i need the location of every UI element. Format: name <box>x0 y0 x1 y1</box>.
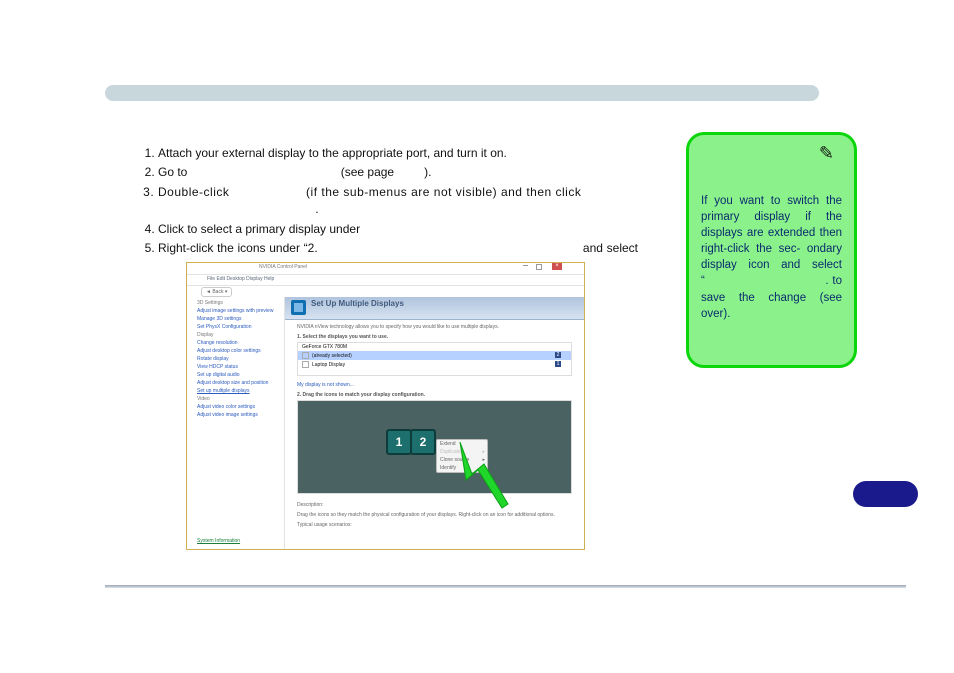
tree-item-selected[interactable]: Set up multiple displays <box>197 387 284 395</box>
tip-text: If you want to switch the primary displa… <box>701 193 842 322</box>
task-tree[interactable]: 3D Settings Adjust image settings with p… <box>187 297 285 549</box>
not-shown-link[interactable]: My display is not shown... <box>285 382 584 392</box>
tree-item[interactable]: Rotate display <box>197 355 284 363</box>
checkbox-icon[interactable] <box>302 352 309 359</box>
footer-rule <box>105 585 906 588</box>
description-text: Drag the icons so they match the physica… <box>285 510 584 520</box>
tree-group-video[interactable]: Video <box>197 395 284 403</box>
step-1: Attach your external display to the appr… <box>158 145 638 162</box>
pane-header: Set Up Multiple Displays <box>285 297 584 320</box>
pane-subtitle: NVIDIA nView technology allows you to sp… <box>285 320 584 334</box>
tree-group-display[interactable]: Display <box>197 331 284 339</box>
maximize-icon[interactable] <box>536 264 542 270</box>
checkbox-icon[interactable] <box>302 361 309 368</box>
header-bar <box>105 85 819 101</box>
menu-identify[interactable]: Identify <box>437 464 487 472</box>
monitor-1-icon[interactable]: 1 <box>386 429 412 455</box>
screenshot-nvidia-panel: NVIDIA Control Panel × File Edit Desktop… <box>186 262 585 550</box>
list-row-selected[interactable]: (already selected)2 <box>298 351 571 360</box>
context-menu[interactable]: Extend Duplicate Clone source Identify <box>436 439 488 473</box>
menu-clone-source[interactable]: Clone source <box>437 456 487 464</box>
minimize-icon[interactable] <box>523 265 528 266</box>
section-2-label: 2. Drag the icons to match your display … <box>285 392 584 400</box>
displays-icon <box>291 300 306 315</box>
tree-group-3d[interactable]: 3D Settings <box>197 299 284 307</box>
section-1-label: 1. Select the displays you want to use. <box>285 334 584 342</box>
menu-duplicate: Duplicate <box>437 448 487 456</box>
back-button[interactable]: ◄ Back ▾ <box>201 287 232 297</box>
display-listbox[interactable]: GeForce GTX 780M (already selected)2 Lap… <box>297 342 572 376</box>
list-row-gpu: GeForce GTX 780M <box>298 343 571 351</box>
step-3: Double-click (if the sub-menus are not v… <box>158 184 638 219</box>
tree-item[interactable]: View HDCP status <box>197 363 284 371</box>
tree-item[interactable]: Adjust image settings with preview <box>197 307 284 315</box>
system-info-link[interactable]: System Information <box>197 537 240 545</box>
list-row-laptop[interactable]: Laptop Display1 <box>298 360 571 369</box>
badge-2: 2 <box>555 352 561 358</box>
page-tab <box>853 481 918 507</box>
window-title: NVIDIA Control Panel <box>259 264 307 270</box>
menu-extend[interactable]: Extend <box>437 440 487 448</box>
tree-item[interactable]: Set up digital audio <box>197 371 284 379</box>
content-pane: Set Up Multiple Displays NVIDIA nView te… <box>285 297 584 549</box>
pen-icon: ✎ <box>819 143 834 164</box>
scenarios-label: Typical usage scenarios: <box>285 520 584 530</box>
tree-item[interactable]: Manage 3D settings <box>197 315 284 323</box>
tree-item[interactable]: Adjust video image settings <box>197 411 284 419</box>
tree-item[interactable]: Set PhysX Configuration <box>197 323 284 331</box>
step-2: Go to (see page ). <box>158 164 638 181</box>
badge-1: 1 <box>555 361 561 367</box>
pane-title: Set Up Multiple Displays <box>311 299 404 308</box>
instruction-list: Attach your external display to the appr… <box>128 145 638 277</box>
tip-box: ✎ If you want to switch the primary disp… <box>686 132 857 368</box>
tree-item[interactable]: Change resolution <box>197 339 284 347</box>
tree-item[interactable]: Adjust desktop size and position <box>197 379 284 387</box>
step-4: Click to select a primary display under <box>158 221 638 238</box>
tree-item[interactable]: Adjust video color settings <box>197 403 284 411</box>
description-heading: Description: <box>285 500 584 510</box>
display-arrange-area[interactable]: 1 2 Extend Duplicate Clone source Identi… <box>297 400 572 494</box>
close-icon[interactable]: × <box>552 263 562 270</box>
window-titlebar: NVIDIA Control Panel × <box>187 263 584 275</box>
tree-item[interactable]: Adjust desktop color settings <box>197 347 284 355</box>
monitor-2-icon[interactable]: 2 <box>410 429 436 455</box>
menu-bar[interactable]: File Edit Desktop Display Help <box>187 275 584 286</box>
